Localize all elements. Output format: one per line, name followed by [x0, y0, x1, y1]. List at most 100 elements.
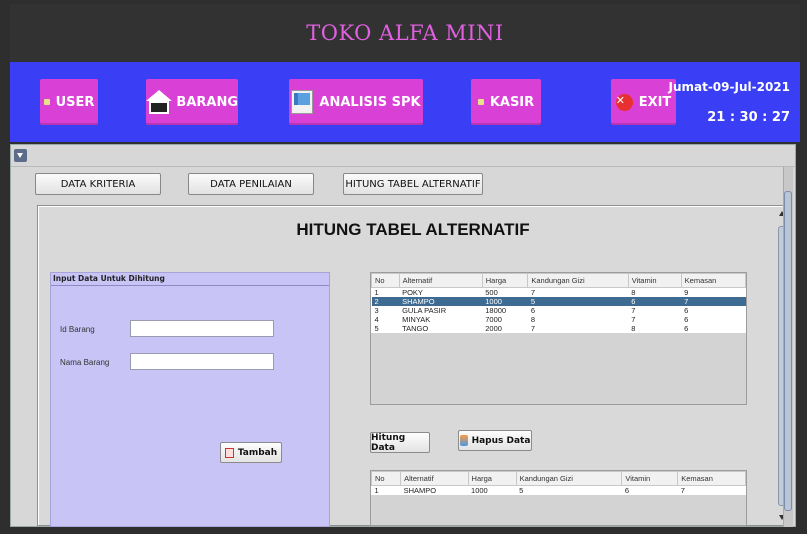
table-cell: 6 [684, 306, 689, 315]
cashier-icon [477, 99, 484, 105]
exit-button[interactable]: ✕ EXIT [611, 79, 676, 125]
close-icon: ✕ [615, 93, 633, 111]
column-header[interactable]: Vitamin [627, 273, 682, 288]
table-cell: 4 [374, 315, 379, 324]
table-cell: 7000 [485, 315, 502, 324]
table-cell: 500 [485, 288, 498, 297]
current-date: Jumat-09-Jul-2021 [668, 80, 790, 94]
barang-button[interactable]: BARANG [146, 79, 238, 125]
table-cell: 6 [530, 306, 536, 315]
table-cell: 1 [374, 486, 379, 495]
document-icon [224, 447, 234, 458]
column-header[interactable]: Kemasan [677, 471, 746, 486]
column-header[interactable]: Alternatif [398, 273, 483, 288]
table-cell: 6 [628, 297, 682, 306]
nama-barang-label: Nama Barang [60, 358, 110, 367]
table-cell: 18000 [485, 306, 507, 315]
table-cell: TANGO [402, 324, 429, 333]
tab-data-penilaian[interactable]: DATA PENILAIAN [188, 173, 314, 195]
current-time: 21 : 30 : 27 [707, 110, 790, 125]
table-cell: 7 [680, 486, 685, 495]
column-header[interactable]: Alternatif [400, 471, 469, 486]
form-divider [51, 285, 329, 286]
column-header[interactable]: Harga [467, 471, 517, 486]
table-cell: 1000 [471, 486, 488, 495]
table-cell: 1 [374, 288, 379, 297]
table-cell: SHAMPO [399, 297, 483, 306]
table-cell: 7 [631, 306, 636, 315]
table-cell: MINYAK [402, 315, 431, 324]
nama-barang-input[interactable] [130, 353, 274, 370]
column-header[interactable]: No [370, 471, 402, 486]
table-cell: 5 [374, 324, 379, 333]
frame-header [11, 145, 795, 167]
table-row[interactable]: 1 SHAMPO 1000 5 6 7 [372, 486, 746, 496]
table-cell: SHAMPO [403, 486, 437, 495]
table-cell: 2000 [485, 324, 502, 333]
content-panel: HITUNG TABEL ALTERNATIF Input Data Untuk… [37, 205, 789, 527]
column-header[interactable]: Kemasan [680, 273, 747, 288]
table-row[interactable]: 1 POKY 500 7 8 9 [372, 288, 746, 298]
user-button-label: USER [55, 94, 95, 110]
table-cell: 5 [527, 297, 629, 306]
id-barang-input[interactable] [130, 320, 274, 337]
hasil-grid[interactable]: No Alternatif Harga Kandungan Gizi Vitamin Ke… [370, 471, 746, 496]
input-form-panel: Input Data Untuk Dihitung Id Barang Nama… [50, 272, 330, 527]
form-title: Input Data Untuk Dihitung [53, 274, 165, 283]
frame-menu-icon[interactable] [14, 149, 27, 162]
table-cell: 6 [684, 315, 689, 324]
alternatif-grid[interactable]: No Alternatif Harga Kandungan Gizi Vitamin Ke… [371, 273, 747, 333]
column-header[interactable]: Kandungan Gizi [515, 471, 623, 486]
table-cell: GULA PASIR [402, 306, 447, 315]
table-cell: 7 [530, 288, 536, 297]
table-cell: 9 [684, 288, 689, 297]
kasir-button-label: KASIR [489, 94, 535, 110]
column-header[interactable]: Vitamin [621, 471, 679, 486]
app-title: TOKO ALFA MINI [306, 21, 504, 45]
warehouse-icon [146, 90, 172, 114]
table-row[interactable]: 3 GULA PASIR 18000 6 7 6 [372, 306, 746, 315]
app-title-bar: TOKO ALFA MINI [10, 4, 800, 62]
column-header[interactable]: Harga [481, 273, 529, 288]
tab-data-kriteria[interactable]: DATA KRITERIA [35, 173, 161, 195]
tambah-button-label: Tambah [237, 447, 278, 458]
user-button[interactable]: USER [40, 79, 98, 125]
column-header[interactable]: Kandungan Gizi [527, 273, 629, 288]
analisis-spk-button[interactable]: ANALISIS SPK [289, 79, 423, 125]
page-title: HITUNG TABEL ALTERNATIF [296, 220, 530, 239]
exit-button-label: EXIT [638, 94, 672, 110]
hasil-table[interactable]: No Alternatif Harga Kandungan Gizi Vitamin Ke… [370, 470, 747, 526]
table-cell: 6 [684, 324, 689, 333]
eraser-icon [459, 435, 468, 446]
table-cell: 6 [624, 486, 630, 495]
table-cell: 8 [631, 288, 636, 297]
barang-button-label: BARANG [176, 94, 238, 110]
table-cell: 7 [530, 324, 536, 333]
table-row[interactable]: 4 MINYAK 7000 8 7 6 [372, 315, 746, 324]
kasir-button[interactable]: KASIR [471, 79, 541, 125]
table-cell: 8 [530, 315, 536, 324]
hitung-data-button[interactable]: Hitung Data [370, 432, 430, 453]
main-menu-bar: USER BARANG ANALISIS SPK KASIR ✕ EXIT Ju… [10, 62, 800, 142]
table-cell: 1000 [482, 297, 528, 306]
table-row[interactable]: 2 SHAMPO 1000 5 6 7 [371, 297, 746, 306]
table-row[interactable]: 5 TANGO 2000 7 8 6 [372, 324, 746, 333]
tambah-button[interactable]: Tambah [220, 442, 282, 463]
hapus-data-label: Hapus Data [471, 435, 531, 446]
table-cell: 7 [681, 297, 746, 306]
hapus-data-button[interactable]: Hapus Data [458, 430, 532, 451]
table-cell: 2 [371, 297, 400, 306]
frame-scrollbar[interactable] [783, 167, 793, 527]
checklist-icon [291, 90, 314, 114]
hitung-data-label: Hitung Data [371, 432, 406, 453]
internal-frame: DATA KRITERIA DATA PENILAIAN HITUNG TABE… [10, 144, 796, 527]
column-header[interactable]: No [371, 273, 400, 288]
frame-scroll-thumb[interactable] [784, 191, 792, 511]
table-cell: 5 [519, 486, 524, 495]
table-cell: 8 [631, 324, 636, 333]
alternatif-table[interactable]: No Alternatif Harga Kandungan Gizi Vitamin Ke… [370, 272, 747, 405]
table-cell: POKY [402, 288, 423, 297]
table-cell: 7 [631, 315, 636, 324]
id-barang-label: Id Barang [60, 325, 95, 334]
tab-hitung-tabel-alternatif[interactable]: HITUNG TABEL ALTERNATIF [343, 173, 483, 195]
